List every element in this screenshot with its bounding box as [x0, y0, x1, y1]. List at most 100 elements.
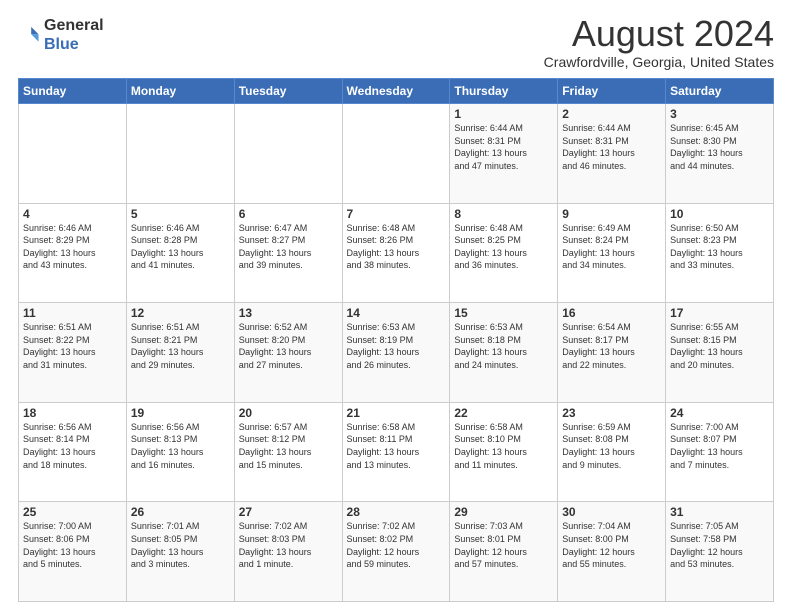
calendar-cell: 21Sunrise: 6:58 AM Sunset: 8:11 PM Dayli… [342, 402, 450, 502]
day-info: Sunrise: 7:01 AM Sunset: 8:05 PM Dayligh… [131, 520, 230, 570]
day-number: 21 [347, 406, 446, 420]
day-info: Sunrise: 6:46 AM Sunset: 8:29 PM Dayligh… [23, 222, 122, 272]
day-info: Sunrise: 6:51 AM Sunset: 8:22 PM Dayligh… [23, 321, 122, 371]
day-info: Sunrise: 7:00 AM Sunset: 8:07 PM Dayligh… [670, 421, 769, 471]
calendar-cell: 12Sunrise: 6:51 AM Sunset: 8:21 PM Dayli… [126, 303, 234, 403]
calendar-week-4: 18Sunrise: 6:56 AM Sunset: 8:14 PM Dayli… [19, 402, 774, 502]
calendar-week-1: 1 Sunrise: 6:44 AM Sunset: 8:31 PM Daylig… [19, 104, 774, 204]
day-number: 5 [131, 207, 230, 221]
day-number: 31 [670, 505, 769, 519]
day-info: Sunrise: 7:04 AM Sunset: 8:00 PM Dayligh… [562, 520, 661, 570]
calendar-table: SundayMondayTuesdayWednesdayThursdayFrid… [18, 78, 774, 602]
calendar-cell: 20Sunrise: 6:57 AM Sunset: 8:12 PM Dayli… [234, 402, 342, 502]
day-number: 3 [670, 107, 769, 121]
calendar-cell: 4Sunrise: 6:46 AM Sunset: 8:29 PM Daylig… [19, 203, 127, 303]
day-info: Sunrise: 6:48 AM Sunset: 8:26 PM Dayligh… [347, 222, 446, 272]
day-info: Sunrise: 7:00 AM Sunset: 8:06 PM Dayligh… [23, 520, 122, 570]
day-number: 30 [562, 505, 661, 519]
calendar-cell: 26Sunrise: 7:01 AM Sunset: 8:05 PM Dayli… [126, 502, 234, 602]
day-number: 25 [23, 505, 122, 519]
day-number: 27 [239, 505, 338, 519]
day-number: 17 [670, 306, 769, 320]
day-info: Sunrise: 6:55 AM Sunset: 8:15 PM Dayligh… [670, 321, 769, 371]
day-info: Sunrise: 6:51 AM Sunset: 8:21 PM Dayligh… [131, 321, 230, 371]
calendar-cell: 23Sunrise: 6:59 AM Sunset: 8:08 PM Dayli… [558, 402, 666, 502]
day-info: Sunrise: 6:52 AM Sunset: 8:20 PM Dayligh… [239, 321, 338, 371]
day-number: 26 [131, 505, 230, 519]
calendar-cell: 29Sunrise: 7:03 AM Sunset: 8:01 PM Dayli… [450, 502, 558, 602]
logo: General Blue [18, 16, 104, 54]
day-info: Sunrise: 6:58 AM Sunset: 8:10 PM Dayligh… [454, 421, 553, 471]
day-header-tuesday: Tuesday [234, 79, 342, 104]
day-number: 12 [131, 306, 230, 320]
day-info: Sunrise: 6:59 AM Sunset: 8:08 PM Dayligh… [562, 421, 661, 471]
day-info: Sunrise: 6:46 AM Sunset: 8:28 PM Dayligh… [131, 222, 230, 272]
day-info: Sunrise: 7:02 AM Sunset: 8:02 PM Dayligh… [347, 520, 446, 570]
day-header-friday: Friday [558, 79, 666, 104]
logo-icon [18, 24, 40, 46]
day-info: Sunrise: 7:02 AM Sunset: 8:03 PM Dayligh… [239, 520, 338, 570]
logo-text: General Blue [44, 16, 104, 54]
day-info: Sunrise: 6:53 AM Sunset: 8:19 PM Dayligh… [347, 321, 446, 371]
day-number: 2 [562, 107, 661, 121]
calendar-cell: 22Sunrise: 6:58 AM Sunset: 8:10 PM Dayli… [450, 402, 558, 502]
calendar-cell: 11Sunrise: 6:51 AM Sunset: 8:22 PM Dayli… [19, 303, 127, 403]
calendar-cell: 8Sunrise: 6:48 AM Sunset: 8:25 PM Daylig… [450, 203, 558, 303]
logo-blue: Blue [44, 36, 79, 53]
calendar-cell: 2Sunrise: 6:44 AM Sunset: 8:31 PM Daylig… [558, 104, 666, 204]
day-info: Sunrise: 6:44 AM Sunset: 8:31 PM Dayligh… [562, 122, 661, 172]
calendar-cell: 1Sunrise: 6:44 AM Sunset: 8:31 PM Daylig… [450, 104, 558, 204]
calendar-cell [126, 104, 234, 204]
day-number: 19 [131, 406, 230, 420]
title-area: August 2024 Crawfordville, Georgia, Unit… [544, 16, 774, 70]
day-info: Sunrise: 6:56 AM Sunset: 8:13 PM Dayligh… [131, 421, 230, 471]
day-number: 16 [562, 306, 661, 320]
day-header-saturday: Saturday [666, 79, 774, 104]
day-info: Sunrise: 6:56 AM Sunset: 8:14 PM Dayligh… [23, 421, 122, 471]
month-title: August 2024 [544, 16, 774, 52]
day-number: 1 [454, 107, 553, 121]
calendar-cell: 25Sunrise: 7:00 AM Sunset: 8:06 PM Dayli… [19, 502, 127, 602]
day-number: 4 [23, 207, 122, 221]
day-number: 7 [347, 207, 446, 221]
logo-general: General [44, 17, 104, 34]
day-info: Sunrise: 7:05 AM Sunset: 7:58 PM Dayligh… [670, 520, 769, 570]
calendar-cell: 27Sunrise: 7:02 AM Sunset: 8:03 PM Dayli… [234, 502, 342, 602]
page: General Blue August 2024 Crawfordville, … [0, 0, 792, 612]
day-number: 15 [454, 306, 553, 320]
day-info: Sunrise: 6:47 AM Sunset: 8:27 PM Dayligh… [239, 222, 338, 272]
day-number: 13 [239, 306, 338, 320]
calendar-week-5: 25Sunrise: 7:00 AM Sunset: 8:06 PM Dayli… [19, 502, 774, 602]
header: General Blue August 2024 Crawfordville, … [18, 16, 774, 70]
day-number: 29 [454, 505, 553, 519]
day-info: Sunrise: 7:03 AM Sunset: 8:01 PM Dayligh… [454, 520, 553, 570]
day-number: 22 [454, 406, 553, 420]
calendar-cell: 17Sunrise: 6:55 AM Sunset: 8:15 PM Dayli… [666, 303, 774, 403]
calendar-cell: 7Sunrise: 6:48 AM Sunset: 8:26 PM Daylig… [342, 203, 450, 303]
calendar-week-3: 11Sunrise: 6:51 AM Sunset: 8:22 PM Dayli… [19, 303, 774, 403]
calendar-cell: 18Sunrise: 6:56 AM Sunset: 8:14 PM Dayli… [19, 402, 127, 502]
calendar-cell: 5Sunrise: 6:46 AM Sunset: 8:28 PM Daylig… [126, 203, 234, 303]
calendar-cell [234, 104, 342, 204]
day-number: 18 [23, 406, 122, 420]
day-header-wednesday: Wednesday [342, 79, 450, 104]
day-number: 24 [670, 406, 769, 420]
calendar-cell: 3Sunrise: 6:45 AM Sunset: 8:30 PM Daylig… [666, 104, 774, 204]
day-number: 11 [23, 306, 122, 320]
day-info: Sunrise: 6:58 AM Sunset: 8:11 PM Dayligh… [347, 421, 446, 471]
calendar-week-2: 4Sunrise: 6:46 AM Sunset: 8:29 PM Daylig… [19, 203, 774, 303]
day-number: 9 [562, 207, 661, 221]
day-number: 23 [562, 406, 661, 420]
day-number: 8 [454, 207, 553, 221]
calendar-cell: 14Sunrise: 6:53 AM Sunset: 8:19 PM Dayli… [342, 303, 450, 403]
day-info: Sunrise: 6:54 AM Sunset: 8:17 PM Dayligh… [562, 321, 661, 371]
day-info: Sunrise: 6:53 AM Sunset: 8:18 PM Dayligh… [454, 321, 553, 371]
day-number: 20 [239, 406, 338, 420]
calendar-header-row: SundayMondayTuesdayWednesdayThursdayFrid… [19, 79, 774, 104]
day-header-monday: Monday [126, 79, 234, 104]
calendar-cell: 13Sunrise: 6:52 AM Sunset: 8:20 PM Dayli… [234, 303, 342, 403]
calendar-cell: 31Sunrise: 7:05 AM Sunset: 7:58 PM Dayli… [666, 502, 774, 602]
day-number: 28 [347, 505, 446, 519]
day-header-sunday: Sunday [19, 79, 127, 104]
day-info: Sunrise: 6:50 AM Sunset: 8:23 PM Dayligh… [670, 222, 769, 272]
